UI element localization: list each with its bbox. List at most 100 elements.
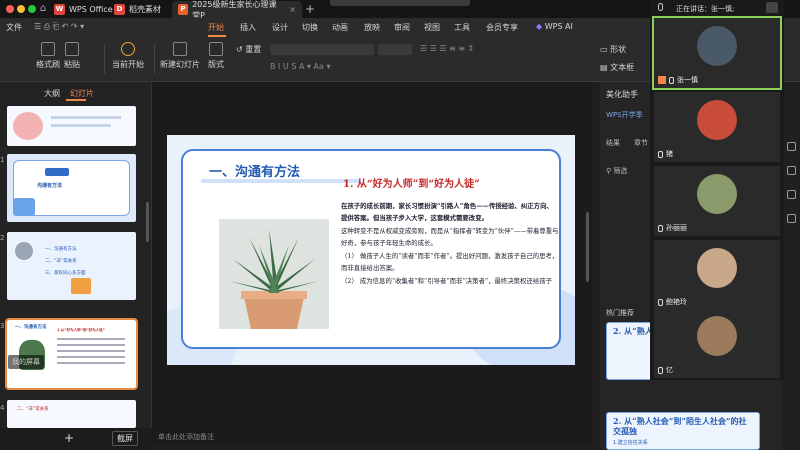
tab-docer[interactable]: D 稻壳素材 — [108, 1, 167, 18]
shape-button[interactable]: ▭ 形状 — [600, 44, 626, 55]
participant-name: 张一慎 — [677, 76, 698, 84]
menu-review[interactable]: 审阅 — [394, 22, 410, 33]
ribbon-divider — [154, 44, 155, 74]
participant-tile[interactable]: 孙丽丽 — [654, 166, 780, 236]
menu-design[interactable]: 设计 — [272, 22, 288, 33]
menu-insert[interactable]: 插入 — [240, 22, 256, 33]
thumbnail-title: 一、沟通有方法 — [15, 325, 47, 330]
paste-button[interactable]: 粘贴 — [64, 42, 80, 70]
speaking-text: 正在讲话：张一慎; — [676, 5, 735, 13]
bullet-2: 这种转变不是从权威变成旁观，而是从“指挥者”转变为“伙伴”——带着尊重与好奇，参… — [341, 227, 559, 247]
menu-home[interactable]: 开始 — [208, 22, 224, 33]
aloe-plant-image[interactable] — [219, 219, 329, 329]
thumbnail-title: 二、“非”常关系 — [17, 407, 49, 412]
filter-dropdown[interactable]: ⚲ 筛选 — [606, 166, 627, 176]
notes-placeholder[interactable]: 单击此处添加备注 — [158, 432, 214, 442]
menu-icon-row[interactable]: ☰ ⎙ ⎗ ↶ ↷ ▾ — [34, 22, 84, 32]
participant-avatar — [697, 100, 737, 140]
screenshot-button[interactable]: 截屏 — [112, 431, 138, 446]
canvas-scrollbar[interactable] — [586, 212, 589, 282]
new-slide-button[interactable]: 新建幻灯片 — [160, 42, 200, 70]
slide-thumbnail[interactable] — [7, 106, 136, 146]
menu-file[interactable]: 文件 — [6, 22, 22, 33]
current-start-button[interactable]: 当前开始 — [112, 42, 144, 70]
font-size-select[interactable] — [378, 44, 412, 55]
menu-wps-ai[interactable]: ◆ WPS AI — [536, 22, 573, 31]
participant-tile[interactable]: 张一慎 — [652, 16, 782, 90]
tab-slides[interactable]: 幻灯片 — [70, 88, 94, 99]
template-card[interactable]: 2. 从“熟人社会”到“陌生人社会”的社交孤独 1.建立信任关系 — [606, 412, 760, 450]
side-toolbar — [782, 82, 800, 450]
thumbnail-text-line — [57, 344, 125, 346]
mic-muted-icon — [658, 224, 663, 232]
add-slide-button[interactable]: + — [64, 431, 74, 445]
wps-logo-icon: W — [54, 4, 65, 15]
slide-editor-canvas[interactable]: 一、沟通有方法 1. 从“好为人师”到“好为人徒” 在孩子的成长前期，家长习惯扮… — [152, 82, 592, 442]
participant-avatar — [697, 316, 737, 356]
tab-presentation[interactable]: P 2025级新生家长心理课堂P × — [172, 0, 302, 20]
speaking-indicator: 正在讲话：张一慎; — [650, 0, 784, 15]
slide-thumbnail[interactable]: 沟通有方法 — [7, 154, 136, 222]
participant-tile[interactable]: 亿 — [654, 308, 780, 378]
menu-member[interactable]: 会员专享 — [486, 22, 518, 33]
menu-view[interactable]: 视图 — [424, 22, 440, 33]
slide-thumbnail[interactable]: 一、沟通有方法 二、“非”常关系 三、家校同心多方面 — [7, 232, 136, 300]
bullet-4: （2） 成为信息的“收集者”和“引导者”而非“决策者”，最终决策权还给孩子 — [341, 277, 553, 285]
filter-tab-chapter[interactable]: 章节 — [634, 138, 648, 148]
close-window-button[interactable] — [6, 5, 14, 13]
font-family-select[interactable] — [270, 44, 374, 55]
menu-transition[interactable]: 切换 — [302, 22, 318, 33]
current-slide[interactable]: 一、沟通有方法 1. 从“好为人师”到“好为人徒” 在孩子的成长前期，家长习惯扮… — [167, 135, 575, 365]
participant-tile[interactable]: 猪 — [654, 92, 780, 162]
font-style-buttons[interactable]: B I U S A ▾ Aa ▾ — [270, 62, 412, 73]
notification-strip — [330, 0, 470, 6]
ai-icon: ◆ — [536, 22, 543, 31]
filter-tab-results[interactable]: 结果 — [606, 138, 620, 148]
slide-heading[interactable]: 一、沟通有方法 — [209, 161, 300, 180]
textbox-button[interactable]: ▤ 文本框 — [600, 62, 634, 73]
format-icon[interactable] — [787, 166, 796, 175]
new-tab-button[interactable]: + — [305, 2, 315, 16]
thumbnail-text-line — [51, 124, 111, 127]
hot-recommend-title: 热门推荐 — [606, 309, 634, 317]
minimize-window-button[interactable] — [17, 5, 25, 13]
reset-button[interactable]: ↺ 重置 — [236, 44, 261, 55]
tab-label: 稻壳素材 — [129, 5, 161, 14]
call-layout-button[interactable] — [766, 2, 778, 13]
participant-name: 亿 — [666, 366, 673, 374]
slide-thumbnail[interactable]: 二、“非”常关系 — [7, 400, 136, 428]
slide-thumbnail-selected[interactable]: 一、沟通有方法 1.从“好为人师”到“好为人徒” — [5, 318, 138, 390]
format-painter-button[interactable]: 格式刷 — [36, 42, 60, 70]
docer-logo-icon: D — [114, 4, 125, 15]
bullet-1: 在孩子的成长前期，家长习惯扮演“引路人”角色——传授经验、纠正方向、提供答案。但… — [341, 202, 553, 222]
mic-icon — [669, 76, 674, 84]
menu-tools[interactable]: 工具 — [454, 22, 470, 33]
layout-button[interactable]: 版式 — [208, 42, 224, 70]
slides-panel-footer: + 截屏 — [0, 428, 152, 450]
tab-outline[interactable]: 大纲 — [44, 88, 60, 99]
current-start-label: 当前开始 — [112, 60, 144, 69]
menu-slideshow[interactable]: 放映 — [364, 22, 380, 33]
new-slide-label: 新建幻灯片 — [160, 60, 200, 69]
animation-icon[interactable] — [787, 190, 796, 199]
participant-name: 孙丽丽 — [666, 224, 687, 232]
link-icon[interactable] — [787, 214, 796, 223]
play-icon — [121, 42, 135, 56]
close-tab-icon[interactable]: × — [289, 5, 296, 14]
maximize-window-button[interactable] — [28, 5, 36, 13]
object-icon[interactable] — [787, 142, 796, 151]
participant-avatar — [697, 248, 737, 288]
menu-animation[interactable]: 动画 — [332, 22, 348, 33]
brand-banner[interactable]: WPS开学季 — [606, 110, 643, 120]
reset-label: 重置 — [245, 45, 262, 54]
slide-subheading[interactable]: 1. 从“好为人师”到“好为人徒” — [343, 175, 480, 190]
filter-label: 筛选 — [613, 167, 628, 175]
paragraph-buttons[interactable]: ☰ ☰ ☰ ≡ ≡ ↕ — [420, 44, 590, 55]
panel-scrollbar[interactable] — [146, 202, 149, 242]
thumbnail-text-line — [57, 350, 125, 352]
thumbnail-text-line — [57, 362, 125, 364]
participant-tile[interactable]: 鲍艳玲 — [654, 240, 780, 310]
participant-name: 猪 — [666, 150, 673, 158]
mic-muted-icon — [658, 150, 663, 158]
slide-body-text[interactable]: 在孩子的成长前期，家长习惯扮演“引路人”角色——传授经验、纠正方向、提供答案。但… — [341, 201, 559, 290]
